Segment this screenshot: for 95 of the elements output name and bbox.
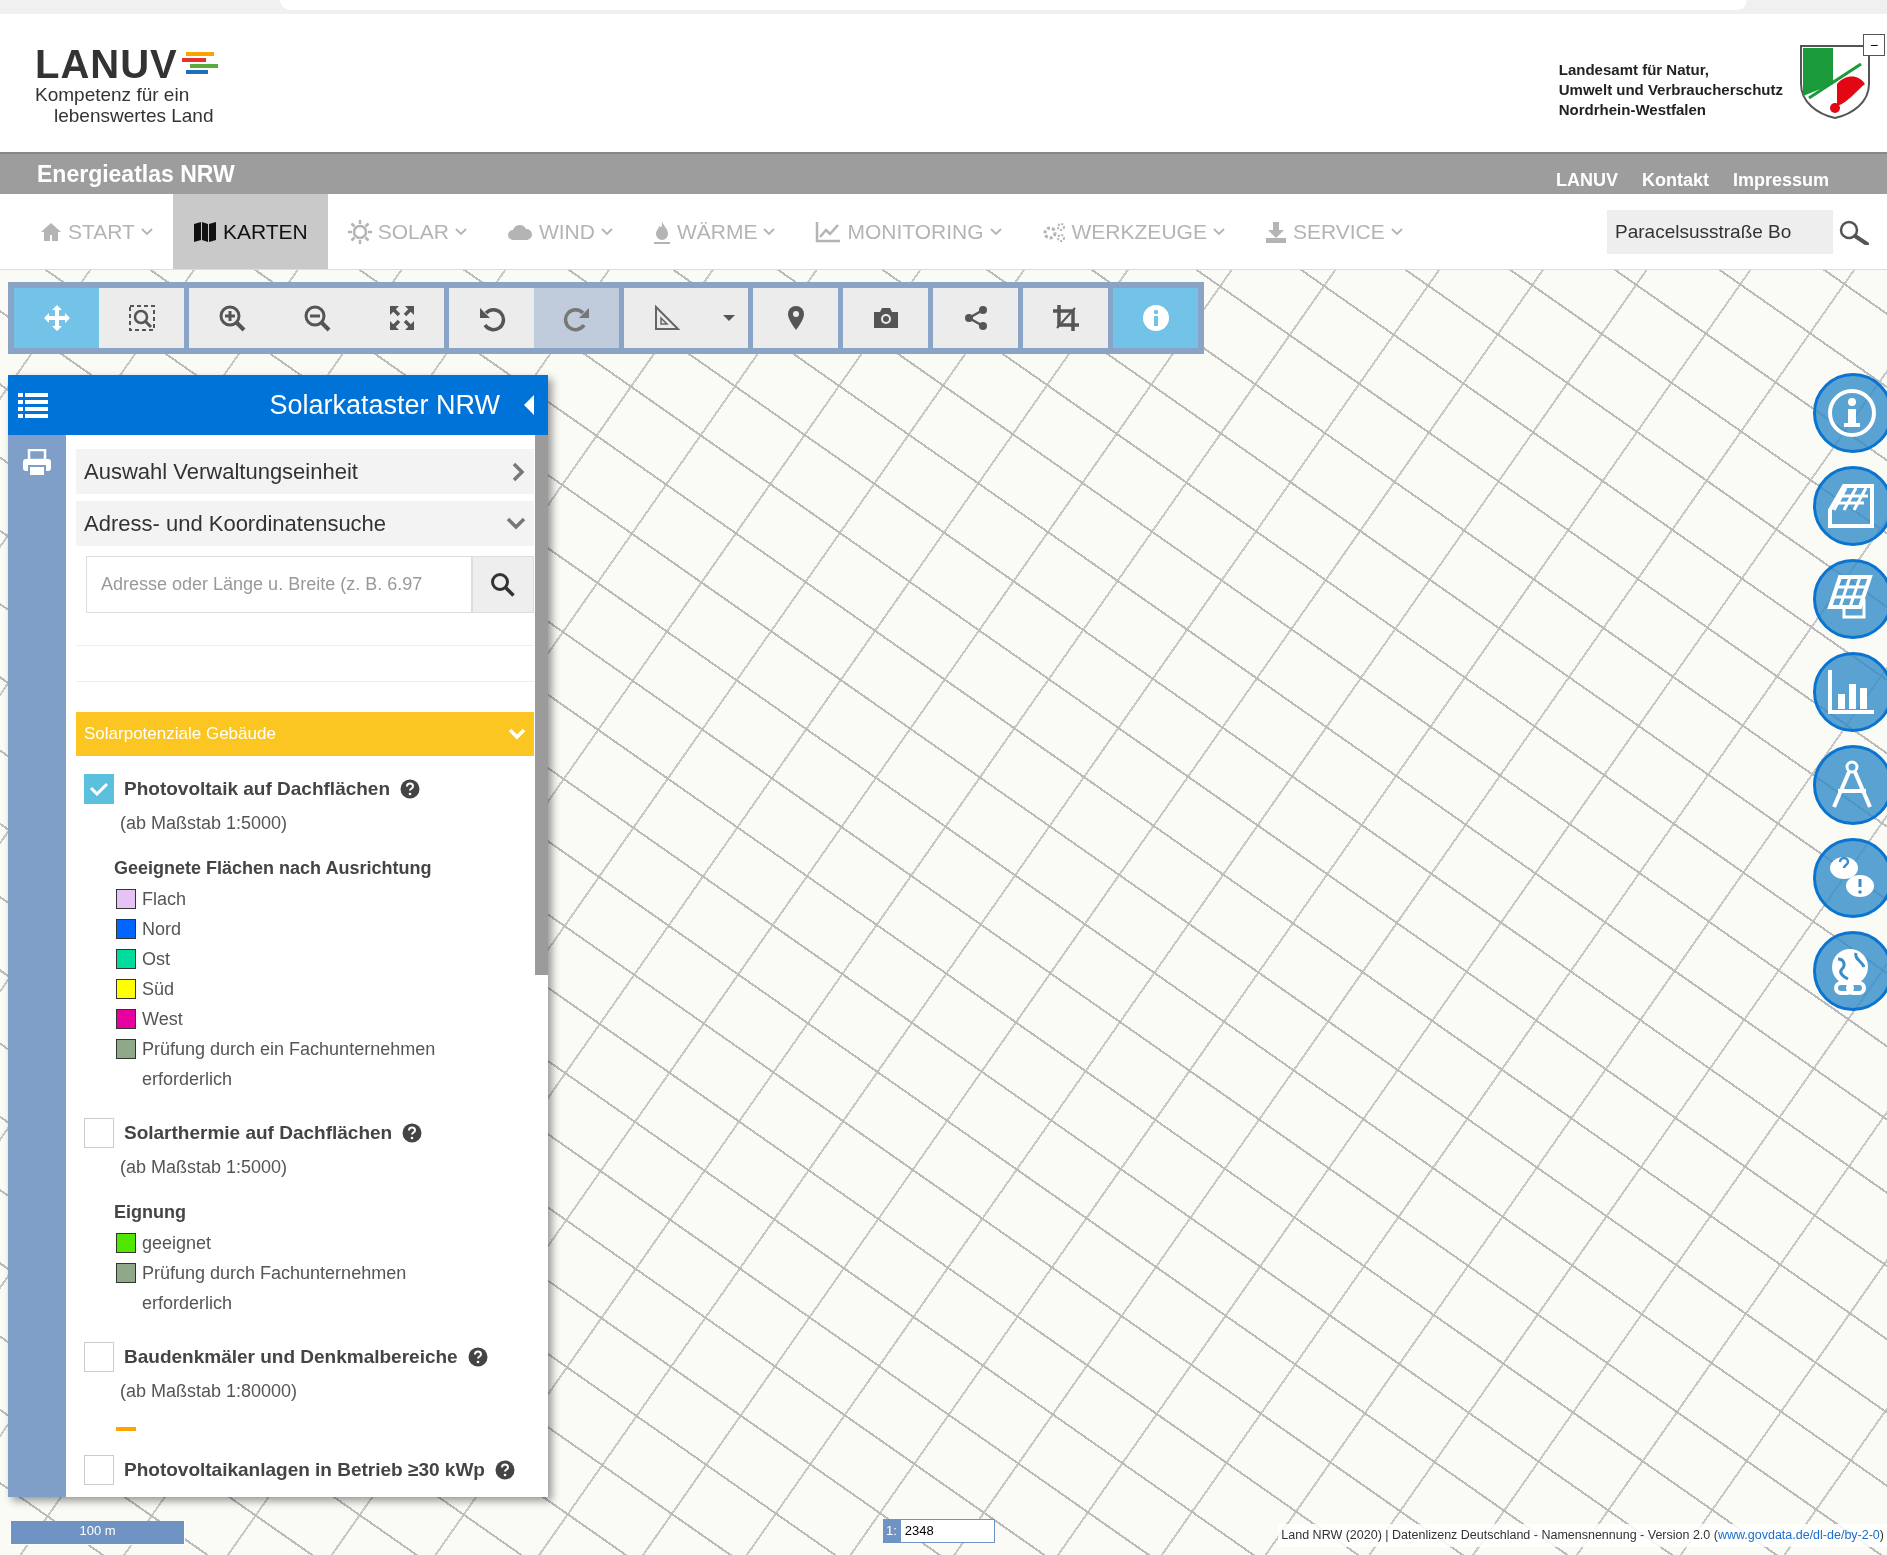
layer-label: Baudenkmäler und Denkmalbereiche xyxy=(124,1344,458,1369)
sun-icon xyxy=(347,219,372,244)
map-tool-button[interactable] xyxy=(933,288,1018,348)
nav-tab[interactable]: SERVICE xyxy=(1244,194,1423,269)
accordion-header[interactable]: Auswahl Verwaltungseinheit xyxy=(76,449,534,494)
layer-label: Photovoltaik auf Dachflächen xyxy=(124,776,391,801)
map-tool-button[interactable] xyxy=(449,288,534,348)
nav-tab[interactable]: MONITORING xyxy=(795,194,1022,269)
map-tool-button[interactable] xyxy=(1023,288,1108,348)
header-link[interactable]: Impressum xyxy=(1732,169,1829,190)
checkbox[interactable] xyxy=(84,1455,114,1485)
map-icon xyxy=(192,220,217,243)
panel-title: Solarkataster NRW xyxy=(269,388,500,422)
caret-icon xyxy=(722,315,735,321)
map-tool-button[interactable] xyxy=(359,288,444,348)
license-link[interactable]: www.govdata.de/dl-de/by-2-0 xyxy=(1717,1528,1880,1543)
cloud-icon xyxy=(506,222,533,241)
legend-title: Eignung xyxy=(114,1201,187,1224)
legend-label: Nord xyxy=(142,918,181,941)
help-icon[interactable] xyxy=(400,779,421,799)
help-icon[interactable] xyxy=(467,1347,488,1367)
legend-label: Flach xyxy=(142,888,186,911)
layer-label: Solarthermie auf Dachflächen xyxy=(124,1120,393,1145)
print-icon[interactable] xyxy=(22,449,52,477)
minimize-button[interactable]: − xyxy=(1863,34,1885,56)
chevron-right-icon xyxy=(512,461,526,482)
line-chart-icon xyxy=(815,220,842,243)
scale-bar: 100 m xyxy=(10,1521,185,1545)
layer-group-title: Solarpotenziale Gebäude xyxy=(84,723,276,746)
search-field[interactable]: Paracelsusstraße Bo xyxy=(1607,209,1833,254)
legend-label: Prüfung durch ein Fachunternehmen erforderlich xyxy=(142,1038,437,1091)
nav-tab[interactable]: START xyxy=(20,194,173,269)
legend-label: Süd xyxy=(142,978,175,1001)
logo-tagline: Kompetenz für ein xyxy=(35,84,191,105)
scale-prefix: 1: xyxy=(883,1519,900,1543)
chevron-down-icon xyxy=(508,728,526,740)
search-icon xyxy=(490,571,516,598)
nav-tab[interactable]: KARTEN xyxy=(172,194,328,269)
nav-tab[interactable]: WERKZEUGE xyxy=(1021,194,1245,269)
help-icon[interactable] xyxy=(402,1123,423,1143)
layer-label: Photovoltaikanlagen in Betrieb ≥30 kWp xyxy=(124,1457,485,1482)
map-tool-button[interactable] xyxy=(843,288,928,348)
section-label: Adress- und Koordinatensuche xyxy=(84,510,387,538)
header-link[interactable]: LANUV xyxy=(1555,169,1618,190)
chevron-down-icon xyxy=(506,516,526,531)
nav-tab[interactable]: SOLAR xyxy=(327,194,487,269)
ruler-triangle-icon xyxy=(652,304,681,332)
legend-title: Geeignete Flächen nach Ausrichtung xyxy=(114,857,433,880)
legend-label: geeignet xyxy=(142,1232,212,1255)
map-tool-button[interactable] xyxy=(624,288,709,348)
zoom-out-icon xyxy=(302,304,331,332)
info-icon xyxy=(1141,304,1170,332)
map-tool-button[interactable] xyxy=(99,288,184,348)
download-icon xyxy=(1264,220,1287,243)
section-label: Auswahl Verwaltungseinheit xyxy=(84,458,358,486)
header-link[interactable]: Kontakt xyxy=(1641,169,1709,190)
logo-tagline: lebenswertes Land xyxy=(53,105,215,126)
agency-name-line: Umwelt und Verbraucherschutz xyxy=(1558,80,1783,100)
scale-input[interactable]: 2348 xyxy=(899,1519,995,1543)
scale-note: (ab Maßstab 1:5000) xyxy=(120,1156,289,1179)
site-title: Energieatlas NRW xyxy=(37,159,235,189)
legend-label: Ost xyxy=(142,948,170,971)
scale-note: (ab Maßstab 1:80000) xyxy=(120,1380,299,1403)
collapse-arrow-icon[interactable] xyxy=(522,394,536,416)
scale-note: (ab Maßstab 1:5000) xyxy=(120,812,289,835)
logo-text: LANUV xyxy=(35,44,178,84)
zoom-in-icon xyxy=(217,304,246,332)
map-tool-button[interactable] xyxy=(753,288,838,348)
search-icon xyxy=(1837,218,1871,245)
search-button[interactable] xyxy=(472,556,534,613)
home-icon xyxy=(40,221,62,242)
help-icon[interactable] xyxy=(494,1460,515,1480)
attribution-text: Land NRW (2020) | Datenlizenz Deutschland - Namensnennung - Version 2.0 (www.govdata.de/dl-de/by-2-0) xyxy=(1278,1524,1887,1547)
nav-tab[interactable]: WÄRME xyxy=(632,194,796,269)
info-icon xyxy=(1826,387,1878,439)
layer-group-header[interactable]: Solarpotenziale Gebäude xyxy=(76,712,534,756)
checkmark-icon xyxy=(89,782,109,796)
checkbox[interactable] xyxy=(84,1118,114,1148)
map-tool-button[interactable] xyxy=(189,288,274,348)
legend-label: West xyxy=(142,1008,183,1031)
move-icon xyxy=(42,304,71,332)
expand-icon xyxy=(387,304,416,332)
accordion-header[interactable]: Adress- und Koordinatensuche xyxy=(76,501,534,546)
checkbox[interactable] xyxy=(84,1342,114,1372)
zoom-box-icon xyxy=(127,304,156,332)
crop-icon xyxy=(1051,304,1080,332)
agency-name-line: Landesamt für Natur, xyxy=(1558,60,1710,80)
flame-icon xyxy=(652,219,671,244)
legend-label: Prüfung durch Fachunternehmen erforderlich xyxy=(142,1262,408,1315)
checkbox[interactable] xyxy=(84,774,114,804)
address-search-field[interactable]: Adresse oder Länge u. Breite (z. B. 6.97 xyxy=(86,556,472,613)
list-icon[interactable] xyxy=(18,391,48,419)
nav-tab[interactable]: WIND xyxy=(486,194,633,269)
scrollbar-thumb[interactable] xyxy=(535,435,548,975)
agency-name-line: Nordrhein-Westfalen xyxy=(1558,100,1708,120)
